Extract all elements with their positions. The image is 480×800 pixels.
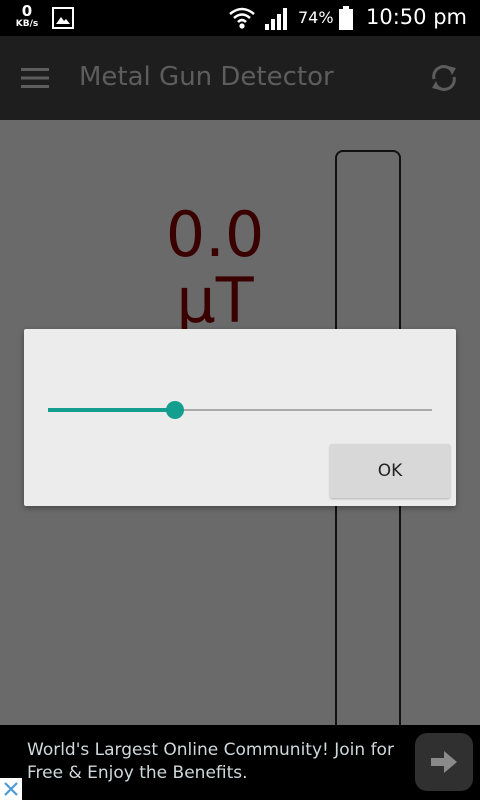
signal-icon [265, 8, 287, 30]
menu-icon[interactable] [20, 66, 50, 90]
slider-thumb[interactable] [165, 401, 184, 419]
wifi-icon [229, 7, 255, 29]
gallery-icon [52, 7, 74, 29]
refresh-icon[interactable] [428, 62, 460, 94]
close-icon [4, 782, 18, 796]
field-reading: 0.0 µT [130, 202, 300, 334]
battery-percent: 74% [298, 8, 334, 27]
sensitivity-dialog: OK [24, 329, 456, 506]
reading-value: 0.0 [165, 198, 265, 271]
ok-button[interactable]: OK [330, 444, 450, 498]
ad-arrow-button[interactable] [415, 733, 473, 791]
screen: 0 KB/s 74% 10:50 pm Metal Gun Detector 0… [0, 0, 480, 800]
app-title: Metal Gun Detector [79, 62, 334, 92]
battery-icon [339, 6, 353, 30]
clock: 10:50 pm [366, 5, 467, 29]
ad-banner[interactable]: World's Largest Online Community! Join f… [0, 725, 480, 800]
sensitivity-slider[interactable] [48, 399, 432, 421]
reading-unit: µT [176, 264, 254, 337]
network-speed-unit: KB/s [15, 19, 39, 29]
network-speed: 0 KB/s [12, 4, 42, 29]
ad-close-button[interactable] [0, 778, 22, 800]
ad-text[interactable]: World's Largest Online Community! Join f… [27, 739, 407, 785]
network-speed-value: 0 [21, 2, 33, 20]
slider-fill [48, 408, 175, 412]
status-bar: 0 KB/s 74% 10:50 pm [0, 0, 480, 36]
arrow-right-icon [431, 751, 457, 773]
app-bar: Metal Gun Detector [0, 36, 480, 120]
